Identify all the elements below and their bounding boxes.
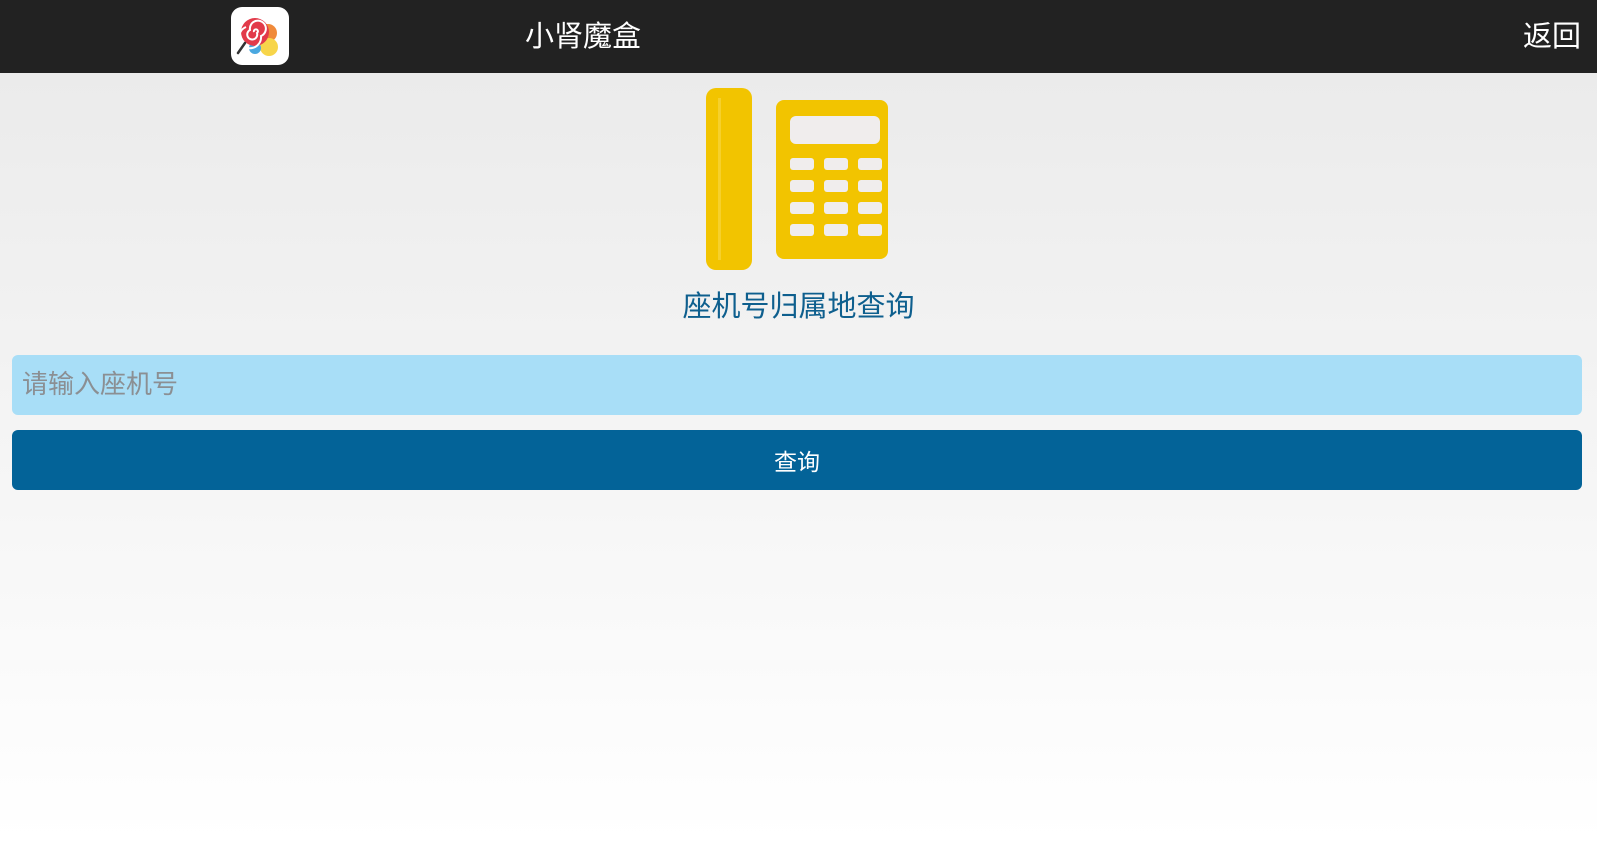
app-logo-icon [231, 7, 289, 65]
query-button[interactable]: 查询 [12, 430, 1582, 490]
page-title: 座机号归属地查询 [682, 289, 915, 323]
top-bar: 小肾魔盒 返回 [0, 0, 1597, 73]
app-title: 小肾魔盒 [525, 19, 642, 53]
desk-phone-icon [706, 88, 888, 270]
back-button[interactable]: 返回 [1523, 0, 1581, 73]
landline-number-input[interactable] [12, 355, 1582, 415]
